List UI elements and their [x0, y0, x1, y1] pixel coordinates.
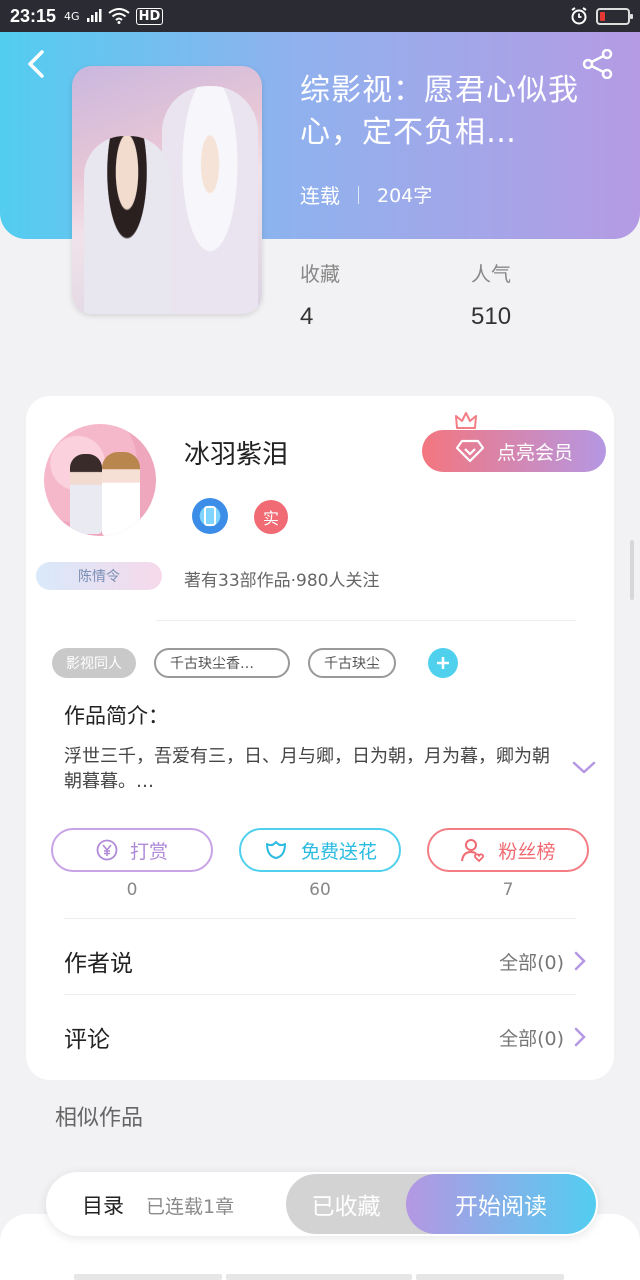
intro-heading: 作品简介： [64, 704, 169, 728]
avatar-figure-left [70, 454, 102, 534]
stat-favorites: 收藏 4 [300, 258, 340, 331]
toc-button[interactable]: 目录 [82, 1190, 124, 1220]
battery-icon [596, 7, 633, 25]
signal-group: 4G HD [64, 7, 164, 25]
status-time: 23:15 [10, 5, 57, 26]
flower-count: 60 [309, 880, 331, 900]
back-arrow-icon [28, 50, 44, 78]
similar-item-peek [416, 1274, 564, 1280]
send-flower-button[interactable]: 免费送花 [239, 828, 401, 872]
divider [64, 918, 576, 919]
start-reading-button[interactable]: 开始阅读 [406, 1174, 596, 1234]
realname-badge: 实 [254, 500, 288, 534]
add-tag-button[interactable] [428, 648, 458, 678]
popularity-value: 510 [471, 303, 512, 330]
tag-list: 影视同人 千古玦尘香… 千古玦尘 [52, 648, 458, 678]
fan-ranking-label: 粉丝榜 [498, 840, 556, 863]
divider [156, 620, 576, 621]
fan-count: 7 [502, 880, 514, 900]
reward-count: 0 [126, 880, 138, 900]
favorited-label: 已收藏 [311, 1194, 381, 1220]
similar-item-peek [226, 1274, 412, 1280]
scrollbar[interactable] [630, 540, 634, 600]
author-says-link[interactable]: 全部(0) [499, 948, 586, 975]
cover-figure-right [162, 86, 258, 314]
signal-icon [86, 9, 102, 22]
detail-card: 陈情令 冰羽紫泪 实 著有33部作品·980人关注 点亮会员 影视同人 千古玦尘… [26, 396, 614, 1080]
comments-count: 全部(0) [499, 1027, 564, 1050]
similar-item-peek [74, 1274, 222, 1280]
fan-ranking-button[interactable]: 粉丝榜 [427, 828, 589, 872]
avatar-figure-right [102, 452, 140, 536]
reward-label: 打赏 [129, 840, 168, 863]
alarm-icon [571, 7, 587, 25]
stat-popularity: 人气 510 [471, 258, 511, 331]
chevron-down-icon [572, 761, 596, 774]
yen-icon [96, 839, 118, 861]
flower-icon [265, 841, 286, 859]
author-says-count: 全部(0) [499, 951, 564, 974]
expand-button[interactable] [572, 760, 596, 779]
vip-button[interactable]: 点亮会员 [422, 430, 606, 472]
author-says-label: 作者说 [64, 951, 133, 977]
popularity-label: 人气 [471, 262, 511, 286]
comments-label: 评论 [64, 1027, 110, 1053]
author-says-row[interactable]: 作者说 全部(0) [26, 924, 614, 998]
intro-text: 浮世三千，吾爱有三，日、月与卿，日为朝，月为暮，卿为朝朝暮暮。… [64, 746, 550, 792]
start-reading-label: 开始阅读 [455, 1194, 547, 1220]
chevron-right-icon [574, 1027, 586, 1047]
send-flower-label: 免费送花 [300, 840, 377, 863]
avatar[interactable] [44, 424, 156, 536]
comments-row[interactable]: 评论 全部(0) [26, 1000, 614, 1074]
phone-badge-icon [192, 498, 228, 534]
crown-icon [455, 412, 477, 429]
tag-item[interactable]: 影视同人 [52, 648, 136, 678]
cover-figure-left [84, 136, 170, 314]
book-cover[interactable] [72, 66, 262, 314]
network-label: 4G [64, 9, 80, 23]
hd-label: HD [135, 7, 164, 25]
user-heart-icon [461, 839, 485, 863]
wifi-icon [107, 8, 130, 24]
serial-status: 连载 [300, 184, 340, 208]
book-meta: 连载 204字 [300, 180, 432, 209]
divider [64, 994, 576, 995]
chapter-count: 已连载1章 [146, 1196, 235, 1218]
comments-link[interactable]: 全部(0) [499, 1024, 586, 1051]
diamond-icon [455, 439, 485, 463]
plus-icon [437, 657, 449, 669]
similar-heading: 相似作品 [55, 1106, 144, 1131]
meta-divider [358, 185, 359, 204]
reward-button[interactable]: 打赏 [51, 828, 213, 872]
author-title-tag: 陈情令 [36, 562, 162, 590]
share-icon [582, 49, 613, 79]
tag-item[interactable]: 千古玦尘香… [154, 648, 290, 678]
word-count: 204字 [377, 185, 433, 207]
status-right [570, 7, 633, 25]
share-button[interactable] [578, 44, 618, 84]
vip-button-label: 点亮会员 [496, 441, 573, 464]
status-bar: 23:15 4G HD [0, 0, 640, 32]
book-title: 综影视：愿君心似我心，定不负相… [300, 73, 579, 150]
favorites-label: 收藏 [300, 262, 340, 286]
back-button[interactable] [18, 46, 54, 82]
tag-item[interactable]: 千古玦尘 [308, 648, 396, 678]
favorites-value: 4 [300, 303, 314, 330]
author-stats: 著有33部作品·980人关注 [184, 571, 380, 591]
author-name[interactable]: 冰羽紫泪 [184, 434, 288, 471]
chevron-right-icon [574, 951, 586, 971]
